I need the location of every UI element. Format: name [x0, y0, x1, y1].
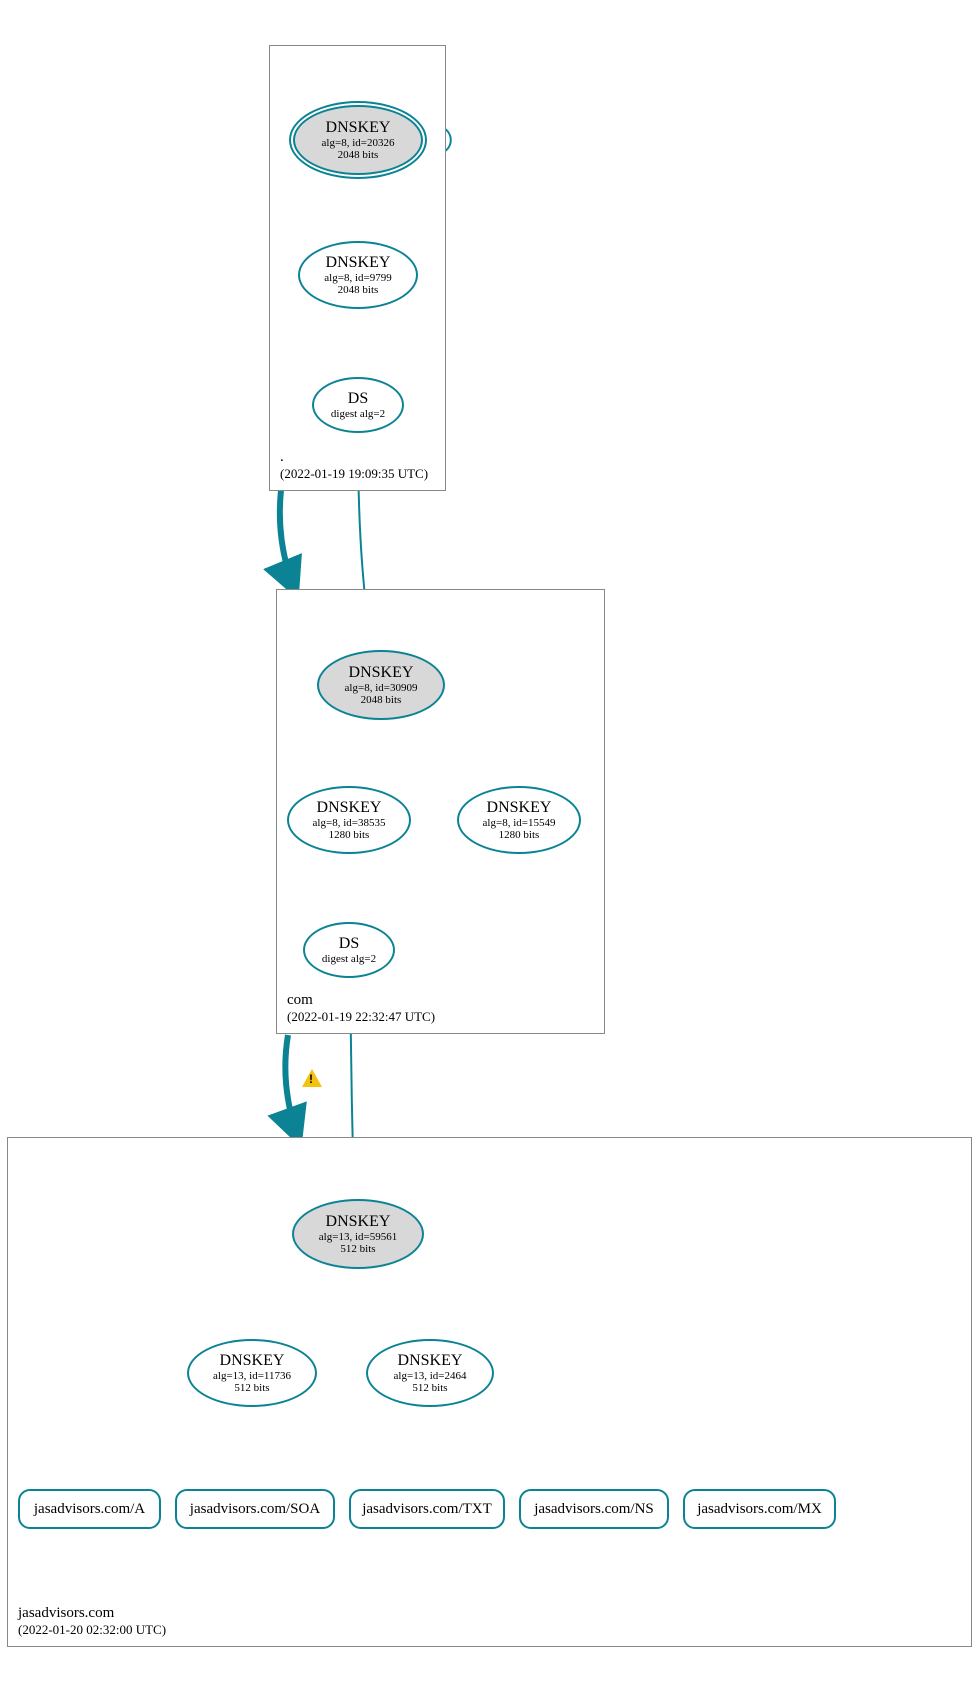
- zone-root-label: . (2022-01-19 19:09:35 UTC): [280, 449, 428, 482]
- node-dom-ksk-title: DNSKEY: [294, 1213, 422, 1231]
- node-dom-zsk-l2: 512 bits: [368, 1382, 492, 1394]
- node-domain-zsk2: DNSKEY alg=13, id=11736 512 bits: [187, 1339, 317, 1407]
- node-com-zsk-title: DNSKEY: [289, 799, 409, 817]
- node-com-zsk2-l1: alg=8, id=15549: [459, 817, 579, 829]
- node-com-ksk-title: DNSKEY: [319, 664, 443, 682]
- node-com-zsk2-l2: 1280 bits: [459, 829, 579, 841]
- rrset-soa: jasadvisors.com/SOA: [175, 1489, 335, 1529]
- node-com-ds-title: DS: [305, 935, 393, 953]
- rrset-a: jasadvisors.com/A: [18, 1489, 161, 1529]
- node-root-ksk-l1: alg=8, id=20326: [295, 137, 421, 149]
- node-com-zsk: DNSKEY alg=8, id=38535 1280 bits: [287, 786, 411, 854]
- node-dom-ksk-l2: 512 bits: [294, 1243, 422, 1255]
- node-root-ds: DS digest alg=2: [312, 377, 404, 433]
- zone-com-time: (2022-01-19 22:32:47 UTC): [287, 1009, 435, 1025]
- zone-com-label: com (2022-01-19 22:32:47 UTC): [287, 992, 435, 1025]
- zone-domain-name: jasadvisors.com: [18, 1605, 166, 1622]
- node-com-zsk2: DNSKEY alg=8, id=15549 1280 bits: [457, 786, 581, 854]
- node-root-ksk-title: DNSKEY: [295, 119, 421, 137]
- node-com-zsk2-title: DNSKEY: [459, 799, 579, 817]
- node-dom-zsk2-title: DNSKEY: [189, 1352, 315, 1370]
- zone-root-time: (2022-01-19 19:09:35 UTC): [280, 466, 428, 482]
- node-root-zsk: DNSKEY alg=8, id=9799 2048 bits: [298, 241, 418, 309]
- zone-root-name: .: [280, 449, 428, 466]
- node-root-ksk: DNSKEY alg=8, id=20326 2048 bits: [293, 105, 423, 175]
- rrset-txt: jasadvisors.com/TXT: [349, 1489, 505, 1529]
- node-domain-ksk: DNSKEY alg=13, id=59561 512 bits: [292, 1199, 424, 1269]
- node-com-ds-l1: digest alg=2: [305, 953, 393, 965]
- warning-icon: [302, 1069, 322, 1087]
- zone-domain-label: jasadvisors.com (2022-01-20 02:32:00 UTC…: [18, 1605, 166, 1638]
- node-dom-zsk2-l1: alg=13, id=11736: [189, 1370, 315, 1382]
- node-com-ksk-l2: 2048 bits: [319, 694, 443, 706]
- node-root-zsk-l2: 2048 bits: [300, 284, 416, 296]
- rrset-mx: jasadvisors.com/MX: [683, 1489, 836, 1529]
- node-dom-ksk-l1: alg=13, id=59561: [294, 1231, 422, 1243]
- node-com-zsk-l2: 1280 bits: [289, 829, 409, 841]
- node-com-zsk-l1: alg=8, id=38535: [289, 817, 409, 829]
- node-dom-zsk-title: DNSKEY: [368, 1352, 492, 1370]
- rrset-ns: jasadvisors.com/NS: [519, 1489, 669, 1529]
- node-dom-zsk-l1: alg=13, id=2464: [368, 1370, 492, 1382]
- node-root-ds-l1: digest alg=2: [314, 408, 402, 420]
- zone-domain-time: (2022-01-20 02:32:00 UTC): [18, 1622, 166, 1638]
- zone-com-name: com: [287, 992, 435, 1009]
- node-root-ds-title: DS: [314, 390, 402, 408]
- node-dom-zsk2-l2: 512 bits: [189, 1382, 315, 1394]
- node-root-zsk-title: DNSKEY: [300, 254, 416, 272]
- node-domain-zsk: DNSKEY alg=13, id=2464 512 bits: [366, 1339, 494, 1407]
- node-com-ds: DS digest alg=2: [303, 922, 395, 978]
- node-com-ksk-l1: alg=8, id=30909: [319, 682, 443, 694]
- node-root-ksk-l2: 2048 bits: [295, 149, 421, 161]
- node-root-zsk-l1: alg=8, id=9799: [300, 272, 416, 284]
- node-com-ksk: DNSKEY alg=8, id=30909 2048 bits: [317, 650, 445, 720]
